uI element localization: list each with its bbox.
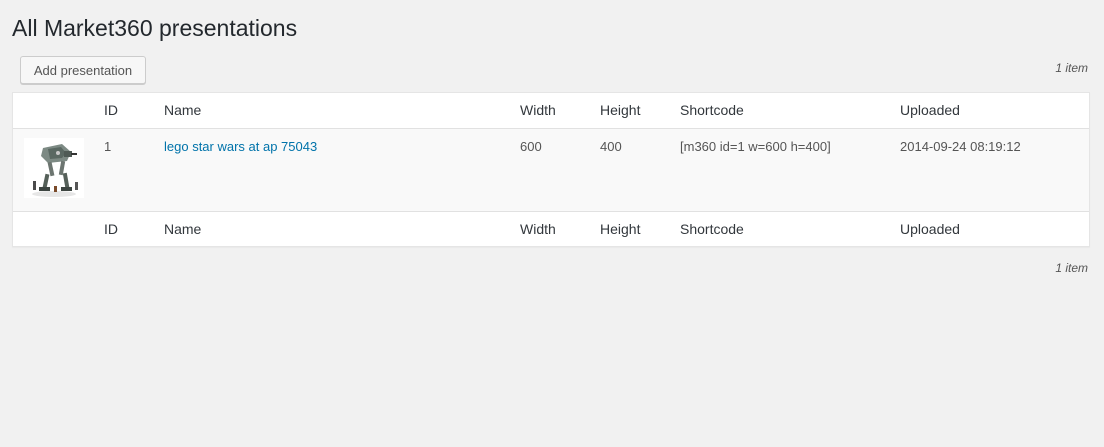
item-count-top: 1 item <box>1055 61 1088 75</box>
row-shortcode: [m360 id=1 w=600 h=400] <box>680 139 831 154</box>
column-footer-shortcode[interactable]: Shortcode <box>680 221 744 237</box>
row-width: 600 <box>520 139 542 154</box>
table-header-row: ID Name Width Height Shortcode Uploaded <box>13 93 1089 129</box>
column-footer-uploaded[interactable]: Uploaded <box>900 221 960 237</box>
item-count-bottom: 1 item <box>1055 261 1088 275</box>
lego-walker-thumbnail-icon[interactable] <box>24 138 84 198</box>
column-footer-height[interactable]: Height <box>600 221 640 237</box>
row-name-link[interactable]: lego star wars at ap 75043 <box>164 139 317 154</box>
column-header-height[interactable]: Height <box>600 102 640 118</box>
table-footer-row: ID Name Width Height Shortcode Uploaded <box>13 211 1089 247</box>
row-height: 400 <box>600 139 622 154</box>
column-header-width[interactable]: Width <box>520 102 556 118</box>
column-header-id[interactable]: ID <box>104 102 118 118</box>
column-footer-name[interactable]: Name <box>164 221 201 237</box>
column-header-uploaded[interactable]: Uploaded <box>900 102 960 118</box>
presentations-table: ID Name Width Height Shortcode Uploaded <box>12 92 1090 247</box>
column-footer-width[interactable]: Width <box>520 221 556 237</box>
row-uploaded: 2014-09-24 08:19:12 <box>900 139 1021 154</box>
add-presentation-button[interactable]: Add presentation <box>20 56 146 84</box>
column-header-shortcode[interactable]: Shortcode <box>680 102 744 118</box>
table-row: 1 lego star wars at ap 75043 600 400 [m3… <box>13 129 1089 211</box>
row-id: 1 <box>104 139 112 154</box>
page-title: All Market360 presentations <box>12 15 298 41</box>
column-footer-id[interactable]: ID <box>104 221 118 237</box>
column-header-name[interactable]: Name <box>164 102 201 118</box>
